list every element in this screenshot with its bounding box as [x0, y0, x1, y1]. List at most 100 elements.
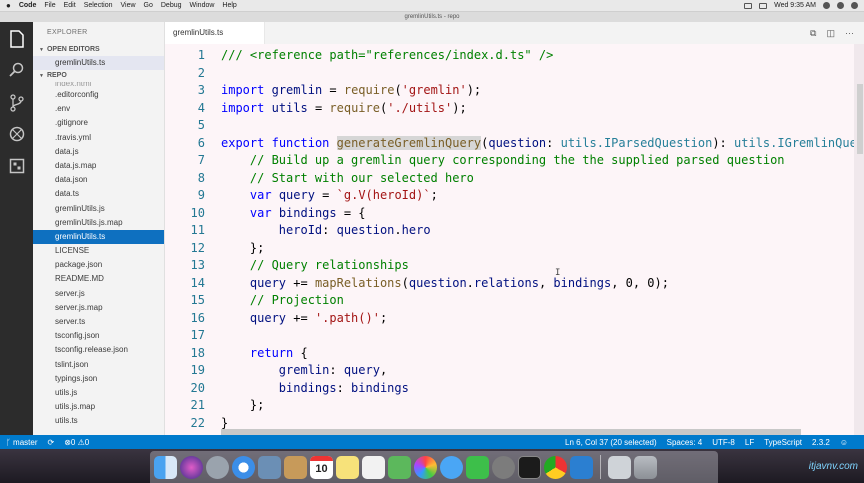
notification-center-icon[interactable]	[851, 2, 858, 9]
file-item[interactable]: tslint.json	[33, 358, 164, 372]
menu-window[interactable]: Window	[190, 2, 215, 9]
file-item[interactable]: README.MD	[33, 272, 164, 286]
file-item[interactable]: tsconfig.release.json	[33, 343, 164, 357]
split-editor-icon[interactable]: ◫	[826, 28, 835, 39]
file-item[interactable]: .gitignore	[33, 116, 164, 130]
file-item[interactable]: utils.ts	[33, 414, 164, 428]
problems-indicator[interactable]: ⊗0 ⚠0	[64, 438, 89, 447]
file-item[interactable]: gremlinUtils.ts	[33, 229, 164, 245]
dock: 10	[150, 451, 718, 483]
encoding[interactable]: UTF-8	[712, 438, 735, 447]
file-item[interactable]: tsconfig.json	[33, 329, 164, 343]
open-changes-icon[interactable]: ⧉	[810, 28, 816, 39]
indentation[interactable]: Spaces: 4	[667, 438, 703, 447]
language-mode[interactable]: TypeScript	[764, 438, 802, 447]
file-item[interactable]: LICENSE	[33, 244, 164, 258]
code-line: 4 import utils = require('./utils');	[197, 100, 467, 115]
search-icon[interactable]	[8, 62, 26, 80]
app-menu[interactable]: Code	[19, 2, 37, 9]
cursor-position[interactable]: Ln 6, Col 37 (20 selected)	[565, 438, 657, 447]
source-control-icon[interactable]	[8, 94, 26, 112]
activity-bar	[0, 22, 33, 435]
debug-icon[interactable]	[8, 126, 26, 144]
file-item[interactable]: server.js	[33, 287, 164, 301]
code-line: 14 query += mapRelations(question.relati…	[190, 275, 669, 290]
explorer-icon[interactable]	[8, 30, 26, 48]
apple-icon[interactable]: ●	[6, 1, 11, 10]
menu-selection[interactable]: Selection	[84, 2, 113, 9]
file-item[interactable]: data.js	[33, 145, 164, 159]
notes-icon[interactable]	[336, 455, 359, 479]
file-item[interactable]: utils.js.map	[33, 400, 164, 414]
macos-dock-area: 10 itjavnv.com	[0, 449, 864, 483]
file-item[interactable]: utils.js	[33, 386, 164, 400]
repo-header[interactable]: ▼ REPO	[33, 70, 164, 82]
menu-file[interactable]: File	[44, 2, 55, 9]
safari-icon[interactable]	[232, 455, 255, 479]
file-item[interactable]: data.json	[33, 173, 164, 187]
extensions-icon[interactable]	[8, 158, 26, 176]
smiley-icon[interactable]: ☺	[840, 438, 848, 447]
file-item[interactable]: .travis.yml	[33, 131, 164, 145]
code-view[interactable]: 1/// <reference path="references/index.d…	[165, 44, 864, 435]
file-item[interactable]: server.ts	[33, 315, 164, 329]
system-preferences-icon[interactable]	[492, 455, 515, 479]
clock[interactable]: Wed 9:35 AM	[774, 2, 816, 9]
contacts-icon[interactable]	[284, 455, 307, 479]
chrome-icon[interactable]	[544, 455, 567, 479]
file-item[interactable]: server.js.map	[33, 301, 164, 315]
macos-menubar: ● Code File Edit Selection View Go Debug…	[0, 0, 864, 12]
sync-icon[interactable]: ⟳	[47, 438, 54, 447]
vertical-scrollbar[interactable]	[854, 44, 864, 435]
menu-go[interactable]: Go	[144, 2, 153, 9]
battery-icon[interactable]	[759, 2, 768, 9]
code-line: 7 // Build up a gremlin query correspond…	[197, 153, 785, 167]
mouse-cursor: I	[555, 268, 561, 278]
file-item[interactable]: .editorconfig	[33, 88, 164, 102]
branch-icon: ᚴ	[6, 437, 14, 447]
airplay-icon[interactable]	[744, 2, 753, 9]
search-icon[interactable]	[823, 2, 830, 9]
vscode-icon[interactable]	[570, 455, 593, 479]
tab-gremlinutils[interactable]: gremlinUtils.ts	[165, 22, 265, 44]
watermark: itjavnv.com	[808, 461, 858, 472]
file-item[interactable]: gremlinUtils.js.map	[33, 216, 164, 230]
file-item[interactable]: package.json	[33, 258, 164, 272]
reminders-icon[interactable]	[362, 455, 385, 479]
open-editors-header[interactable]: ▼ OPEN EDITORS	[33, 44, 164, 56]
code-line: 1/// <reference path="references/index.d…	[197, 48, 554, 62]
editor-area: gremlinUtils.ts ⧉ ◫ ··· 1/// <reference …	[165, 22, 864, 435]
photos-icon[interactable]	[414, 455, 437, 479]
siri-icon[interactable]	[837, 2, 844, 9]
scrollbar-thumb[interactable]	[857, 84, 863, 154]
file-item[interactable]: data.ts	[33, 187, 164, 201]
open-editor-item[interactable]: gremlinUtils.ts	[33, 56, 164, 70]
collapse-icon: ▼	[39, 73, 44, 79]
file-item[interactable]: gremlinUtils.js	[33, 202, 164, 216]
siri-icon[interactable]	[180, 455, 203, 479]
code-line: 5	[197, 118, 205, 132]
trash-icon[interactable]	[634, 455, 657, 479]
file-item[interactable]: .env	[33, 102, 164, 116]
launchpad-icon[interactable]	[206, 455, 229, 479]
mail-icon[interactable]	[258, 455, 281, 479]
facetime-icon[interactable]	[466, 455, 489, 479]
messages-icon[interactable]	[440, 455, 463, 479]
line-ending[interactable]: LF	[745, 438, 754, 447]
menu-view[interactable]: View	[120, 2, 135, 9]
terminal-icon[interactable]	[518, 455, 541, 479]
menu-debug[interactable]: Debug	[161, 2, 182, 9]
branch-indicator[interactable]: ᚴ master	[6, 438, 37, 447]
ts-version[interactable]: 2.3.2	[812, 438, 830, 447]
menu-edit[interactable]: Edit	[64, 2, 76, 9]
maps-icon[interactable]	[388, 455, 411, 479]
downloads-icon[interactable]	[608, 455, 631, 479]
tab-bar: gremlinUtils.ts ⧉ ◫ ···	[165, 22, 864, 44]
code-line: 18 return {	[190, 345, 308, 360]
file-item[interactable]: typings.json	[33, 372, 164, 386]
finder-icon[interactable]	[154, 455, 177, 479]
file-item[interactable]: data.js.map	[33, 159, 164, 173]
calendar-icon[interactable]: 10	[310, 455, 333, 479]
menu-help[interactable]: Help	[222, 2, 236, 9]
more-icon[interactable]: ···	[845, 28, 854, 38]
